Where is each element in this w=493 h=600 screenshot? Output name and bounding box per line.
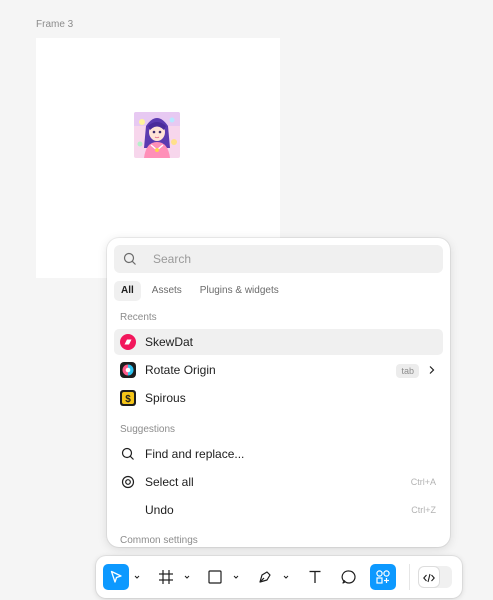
suggestion-label: Undo	[145, 503, 174, 517]
comment-icon	[341, 570, 356, 584]
text-tool-button[interactable]	[302, 564, 328, 590]
code-icon	[423, 573, 435, 583]
suggestions-title: Suggestions	[120, 424, 176, 435]
target-icon	[121, 475, 135, 489]
common-settings-title: Common settings	[120, 535, 198, 546]
frame-icon	[159, 570, 173, 584]
suggestion-select-all[interactable]: Select all Ctrl+A	[114, 469, 443, 495]
text-icon	[309, 570, 321, 583]
anime-girl-image[interactable]	[134, 112, 180, 158]
keyboard-shortcut: Ctrl+Z	[411, 505, 436, 515]
recent-item-rotate-origin[interactable]: Rotate Origin tab	[114, 357, 443, 383]
suggestion-find-replace[interactable]: Find and replace...	[114, 441, 443, 467]
chevron-down-icon[interactable]	[232, 573, 240, 581]
recent-item-skewdat[interactable]: SkewDat	[114, 329, 443, 355]
recent-item-label: Rotate Origin	[145, 363, 216, 377]
search-icon	[123, 252, 136, 265]
chevron-right-icon[interactable]	[427, 365, 437, 375]
suggestion-label: Find and replace...	[145, 447, 245, 461]
keyboard-shortcut: Ctrl+A	[410, 477, 436, 487]
tabs: All Assets Plugins & widgets	[114, 281, 290, 301]
frame-tool-button[interactable]	[153, 564, 179, 590]
svg-text:$: $	[125, 394, 131, 405]
bottom-toolbar	[96, 556, 462, 598]
rotate-origin-plugin-icon	[120, 362, 136, 378]
actions-tool-button[interactable]	[370, 564, 396, 590]
comment-tool-button[interactable]	[336, 564, 362, 590]
chevron-down-icon[interactable]	[282, 573, 290, 581]
search-icon	[121, 447, 134, 460]
rectangle-icon	[208, 570, 222, 584]
pen-icon	[259, 571, 271, 583]
toggle-knob	[419, 567, 439, 587]
search-box[interactable]	[114, 245, 443, 273]
recent-item-label: SkewDat	[145, 335, 194, 349]
tab-shortcut-badge: tab	[396, 364, 419, 378]
recent-item-spirous[interactable]: $ Spirous	[114, 385, 443, 411]
search-input[interactable]	[146, 245, 436, 273]
design-canvas[interactable]: Frame 3 Search All Assets Plugins & widg…	[0, 0, 493, 600]
dev-mode-toggle[interactable]	[418, 566, 452, 588]
cursor-icon	[110, 570, 122, 583]
toolbar-divider	[409, 564, 410, 590]
suggestion-label: Select all	[145, 475, 194, 489]
chevron-down-icon[interactable]	[183, 573, 191, 581]
recent-item-label: Spirous	[145, 391, 186, 405]
shape-tool-button[interactable]	[202, 564, 228, 590]
pen-tool-button[interactable]	[252, 564, 278, 590]
actions-grid-icon	[376, 570, 390, 584]
actions-panel: All Assets Plugins & widgets Recents Ske…	[107, 238, 450, 547]
frame-label[interactable]: Frame 3	[36, 19, 73, 30]
spirous-plugin-icon: $	[120, 390, 136, 406]
recents-title: Recents	[120, 312, 157, 323]
tab-all[interactable]: All	[114, 281, 141, 301]
skewdat-plugin-icon	[120, 334, 136, 350]
chevron-down-icon[interactable]	[133, 573, 141, 581]
move-tool-button[interactable]	[103, 564, 129, 590]
tab-assets[interactable]: Assets	[145, 281, 189, 301]
tab-plugins-widgets[interactable]: Plugins & widgets	[193, 281, 286, 301]
suggestion-undo[interactable]: Undo Ctrl+Z	[114, 497, 443, 523]
